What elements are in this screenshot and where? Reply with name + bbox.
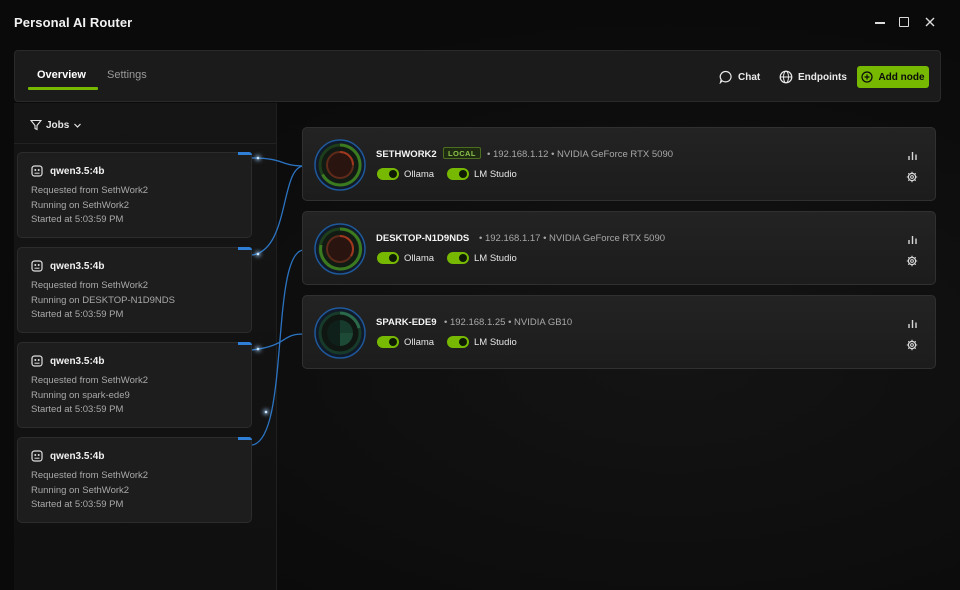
chevron-down-icon [74,123,82,128]
node-meta: • 192.168.1.17 • NVIDIA GeForce RTX 5090 [479,233,666,244]
chat-button[interactable]: Chat [719,66,760,88]
gear-icon [906,339,918,351]
gear-icon [906,171,918,183]
node-settings-button[interactable] [905,170,919,184]
jobs-filter-label: Jobs [46,119,70,131]
stats-button[interactable] [905,148,919,162]
endpoints-button[interactable]: Endpoints [779,66,847,88]
minimize-icon [875,22,885,24]
jobs-divider [14,143,277,144]
job-started: Started at 5:03:59 PM [31,499,124,510]
gear-icon [906,255,918,267]
app-title: Personal AI Router [14,15,133,30]
stats-button[interactable] [905,316,919,330]
job-header: qwen3.5:4b [31,165,104,177]
title-bar: Personal AI Router [0,0,960,44]
node-name: SETHWORK2 [376,149,437,160]
ollama-toggle[interactable]: Ollama [377,168,434,180]
job-running: Running on spark-ede9 [31,390,130,401]
job-card[interactable]: qwen3.5:4b Requested from SethWork2 Runn… [17,152,252,238]
gpu-usage-ring-icon [314,139,366,191]
globe-icon [779,70,793,84]
filter-icon [30,119,42,131]
service-label: Ollama [404,168,435,180]
node-card-sethwork2[interactable]: SETHWORK2 LOCAL • 192.168.1.12 • NVIDIA … [302,127,936,201]
tab-overview[interactable]: Overview [37,69,86,81]
add-node-button[interactable]: Add node [857,66,929,88]
job-requested: Requested from SethWork2 [31,185,149,196]
job-model: qwen3.5:4b [50,260,105,272]
lm-studio-toggle[interactable]: LM Studio [447,168,517,180]
chat-bubble-icon [719,70,732,84]
job-running: Running on DESKTOP-N1D9NDS [31,295,175,306]
service-label: Ollama [404,252,435,264]
toggle-switch [447,168,469,180]
toggle-switch [377,336,399,348]
add-node-label: Add node [878,71,925,83]
stats-button[interactable] [905,232,919,246]
job-model: qwen3.5:4b [50,165,105,177]
node-name: DESKTOP-N1D9NDS [376,233,470,244]
maximize-button[interactable] [894,12,914,32]
job-header: qwen3.5:4b [31,450,104,462]
job-card[interactable]: qwen3.5:4b Requested from SethWork2 Runn… [17,342,252,428]
job-running: Running on SethWork2 [31,485,130,496]
model-icon [31,355,43,367]
minimize-button[interactable] [870,12,890,32]
gpu-usage-ring-icon [314,307,366,359]
close-icon [925,17,935,27]
job-requested: Requested from SethWork2 [31,470,149,481]
maximize-icon [899,17,909,27]
node-card-spark-ede9[interactable]: SPARK-EDE9 • 192.168.1.25 • NVIDIA GB10 … [302,295,936,369]
node-settings-button[interactable] [905,338,919,352]
service-label: Ollama [404,336,435,348]
job-card[interactable]: qwen3.5:4b Requested from SethWork2 Runn… [17,437,252,523]
close-button[interactable] [920,12,940,32]
toggle-switch [447,252,469,264]
chat-label: Chat [738,71,761,83]
job-model: qwen3.5:4b [50,355,105,367]
model-icon [31,450,43,462]
bar-chart-icon [907,235,917,244]
job-header: qwen3.5:4b [31,355,104,367]
top-toolbar: Overview Settings Chat Endpoints Add nod… [14,50,941,102]
ollama-toggle[interactable]: Ollama [377,336,434,348]
lm-studio-toggle[interactable]: LM Studio [447,252,517,264]
service-label: LM Studio [474,336,517,348]
local-badge: LOCAL [443,147,481,159]
ollama-toggle[interactable]: Ollama [377,252,434,264]
job-requested: Requested from SethWork2 [31,280,149,291]
node-card-desktop-n1d9nds[interactable]: DESKTOP-N1D9NDS • 192.168.1.17 • NVIDIA … [302,211,936,285]
job-card[interactable]: qwen3.5:4b Requested from SethWork2 Runn… [17,247,252,333]
service-label: LM Studio [474,252,517,264]
node-meta: • 192.168.1.12 • NVIDIA GeForce RTX 5090 [487,149,674,160]
toggle-switch [447,336,469,348]
toggle-switch [377,168,399,180]
node-name: SPARK-EDE9 [376,317,437,328]
bar-chart-icon [907,151,917,160]
endpoints-label: Endpoints [798,71,847,83]
plus-circle-icon [861,71,874,83]
bar-chart-icon [907,319,917,328]
job-model: qwen3.5:4b [50,450,105,462]
lm-studio-toggle[interactable]: LM Studio [447,336,517,348]
job-requested: Requested from SethWork2 [31,375,149,386]
job-started: Started at 5:03:59 PM [31,404,124,415]
job-running: Running on SethWork2 [31,200,130,211]
model-icon [31,260,43,272]
tab-settings[interactable]: Settings [107,69,147,81]
service-label: LM Studio [474,168,517,180]
app-window: Personal AI Router Overview Settings Cha… [0,0,960,590]
job-header: qwen3.5:4b [31,260,104,272]
jobs-filter-dropdown[interactable]: Jobs [30,119,82,131]
active-tab-indicator [28,87,98,90]
model-icon [31,165,43,177]
toggle-switch [377,252,399,264]
gpu-usage-ring-icon [314,223,366,275]
job-started: Started at 5:03:59 PM [31,214,124,225]
job-started: Started at 5:03:59 PM [31,309,124,320]
node-meta: • 192.168.1.25 • NVIDIA GB10 [444,317,573,328]
node-settings-button[interactable] [905,254,919,268]
